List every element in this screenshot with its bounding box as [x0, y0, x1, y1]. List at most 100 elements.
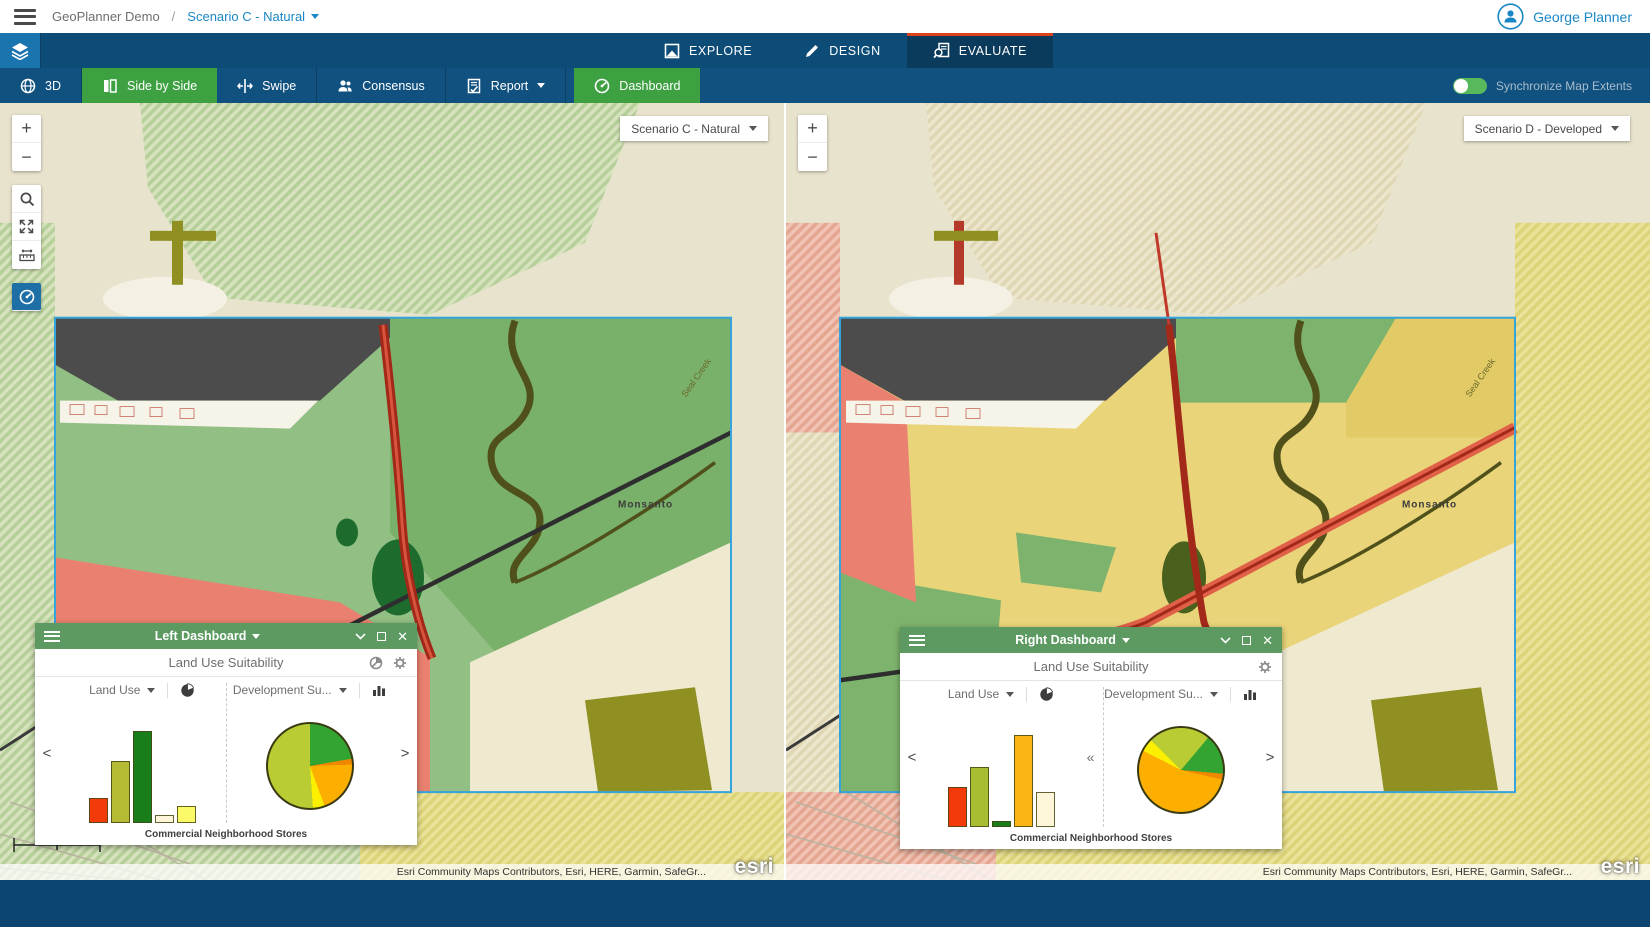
dashboard-button[interactable]: Dashboard — [574, 68, 700, 103]
nav-bar: EXPLORE DESIGN EVALUATE — [0, 33, 1650, 68]
swipe-icon — [237, 78, 253, 94]
report-button[interactable]: Report — [446, 68, 567, 103]
collapse-double-chevron[interactable]: « — [1078, 687, 1104, 827]
chevron-down-icon — [1006, 692, 1014, 697]
panel-menu-icon[interactable] — [909, 635, 925, 646]
pie-chart-area — [227, 703, 394, 829]
bar-chart-toggle-icon[interactable] — [1243, 688, 1258, 701]
maximize-icon[interactable] — [377, 632, 386, 641]
side-by-side-button[interactable]: Side by Side — [82, 68, 217, 103]
full-extent-button[interactable] — [12, 213, 41, 241]
button-label: Swipe — [262, 79, 296, 93]
map-label-town: Monsanto — [1402, 499, 1457, 510]
chevron-down-icon — [537, 83, 545, 88]
design-pencil-icon — [804, 43, 820, 59]
zoom-out-button[interactable]: − — [12, 143, 41, 171]
tab-explore[interactable]: EXPLORE — [638, 33, 778, 68]
button-label: Side by Side — [127, 79, 197, 93]
collapse-chevron-icon[interactable] — [1220, 637, 1231, 644]
button-label: Report — [491, 79, 529, 93]
consensus-people-icon — [337, 78, 353, 94]
panel-menu-icon[interactable] — [44, 631, 60, 642]
metric-label: Development Su... — [233, 683, 332, 697]
panel-subtitle-row: Land Use Suitability — [900, 653, 1282, 681]
development-suitability-widget: Development Su... — [1104, 681, 1258, 833]
chevron-down-icon — [339, 688, 347, 693]
metric-dropdown[interactable]: Development Su... — [233, 683, 347, 697]
dashboard-tool-button[interactable] — [12, 283, 41, 311]
pie-chart-toggle-icon[interactable] — [1039, 687, 1054, 702]
gear-icon[interactable] — [1258, 660, 1272, 674]
top-bar: GeoPlanner Demo / Scenario C - Natural G… — [0, 0, 1650, 33]
bar-dark-green — [992, 821, 1011, 827]
close-icon[interactable]: ✕ — [397, 630, 408, 643]
map-label-town: Monsanto — [618, 499, 673, 510]
scenario-selector-value: Scenario D - Developed — [1475, 122, 1602, 136]
consensus-button[interactable]: Consensus — [317, 68, 446, 103]
report-icon — [466, 78, 482, 94]
metric-dropdown[interactable]: Land Use — [89, 683, 155, 697]
land-use-widget: Land Use — [59, 677, 226, 829]
tab-evaluate[interactable]: EVALUATE — [907, 33, 1053, 68]
carousel-prev-arrow[interactable]: < — [35, 677, 59, 829]
breadcrumb-scenario-dropdown[interactable]: Scenario C - Natural — [187, 9, 319, 24]
app-menu-icon[interactable] — [14, 9, 36, 25]
zoom-in-button[interactable]: + — [798, 115, 827, 143]
search-button[interactable] — [12, 185, 41, 213]
carousel-next-arrow[interactable]: > — [393, 677, 417, 829]
dashboard-gauge-icon — [594, 78, 610, 94]
bar-cream — [155, 815, 174, 823]
scenario-selector-left[interactable]: Scenario C - Natural — [620, 116, 768, 141]
carousel-prev-arrow[interactable]: < — [900, 681, 924, 833]
tab-design[interactable]: DESIGN — [778, 33, 907, 68]
map-tools-left: + − — [12, 115, 41, 325]
pie-chart-toggle-icon[interactable] — [180, 683, 195, 698]
right-dashboard-panel: Right Dashboard ✕ Land Use Suitability — [900, 627, 1282, 849]
chart-caption: Commercial Neighborhood Stores — [900, 833, 1282, 849]
maximize-icon[interactable] — [1242, 636, 1251, 645]
bar-chart-area — [924, 707, 1078, 833]
breadcrumb-separator: / — [172, 9, 176, 24]
panel-subtitle-row: Land Use Suitability — [35, 649, 417, 677]
bar-cream — [1036, 792, 1055, 827]
metric-dropdown[interactable]: Development Su... — [1104, 687, 1218, 701]
panel-title-dropdown[interactable]: Right Dashboard — [925, 633, 1220, 647]
visibility-icon[interactable] — [369, 656, 383, 670]
bar-chart-toggle-icon[interactable] — [372, 684, 387, 697]
evaluate-icon — [933, 42, 950, 59]
swipe-button[interactable]: Swipe — [217, 68, 317, 103]
user-menu[interactable]: George Planner — [1497, 3, 1636, 30]
bar-chart — [948, 735, 1055, 827]
bar-yellow-green — [970, 767, 989, 827]
pie-chart — [1137, 726, 1225, 814]
chevron-down-icon — [252, 634, 260, 639]
layers-button[interactable] — [0, 33, 40, 68]
gear-icon[interactable] — [393, 656, 407, 670]
scenario-selector-right[interactable]: Scenario D - Developed — [1464, 116, 1630, 141]
map-tools-right: + − — [798, 115, 827, 185]
sync-extents-toggle[interactable] — [1453, 78, 1487, 94]
widget-header: Development Su... — [227, 677, 394, 703]
map-attribution: Esri Community Maps Contributors, Esri, … — [786, 864, 1650, 880]
3d-button[interactable]: 3D — [0, 68, 82, 103]
scenario-name: Scenario C - Natural — [187, 9, 305, 24]
expand-arrows-icon — [19, 219, 34, 234]
metric-label: Development Su... — [1104, 687, 1203, 701]
panel-title: Right Dashboard — [1015, 633, 1116, 647]
nav-divider — [40, 33, 41, 68]
tab-strip: EXPLORE DESIGN EVALUATE — [638, 33, 1053, 68]
charts-row: < Land Use — [35, 677, 417, 829]
zoom-in-button[interactable]: + — [12, 115, 41, 143]
close-icon[interactable]: ✕ — [1262, 634, 1273, 647]
chevron-down-icon — [147, 688, 155, 693]
chart-caption: Commercial Neighborhood Stores — [35, 829, 417, 845]
map-left-scenario-c: Monsanto Seal Creek + − — [0, 103, 784, 880]
panel-title-dropdown[interactable]: Left Dashboard — [60, 629, 355, 643]
button-label: Dashboard — [619, 79, 680, 93]
map-attribution: Esri Community Maps Contributors, Esri, … — [0, 864, 784, 880]
measure-button[interactable] — [12, 241, 41, 269]
collapse-chevron-icon[interactable] — [355, 633, 366, 640]
carousel-next-arrow[interactable]: > — [1258, 681, 1282, 833]
zoom-out-button[interactable]: − — [798, 143, 827, 171]
metric-dropdown[interactable]: Land Use — [948, 687, 1014, 701]
